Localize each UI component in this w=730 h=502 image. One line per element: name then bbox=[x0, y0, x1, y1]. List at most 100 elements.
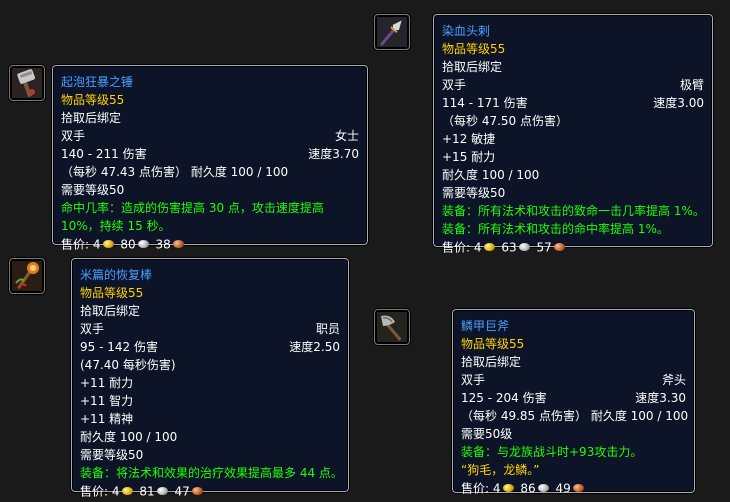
item-stat: +11 耐力 bbox=[80, 376, 134, 390]
item-dps: （每秒 49.85 点伤害） bbox=[461, 409, 587, 423]
silver-coin-icon bbox=[537, 483, 549, 492]
gold-amount: 4 bbox=[111, 484, 120, 499]
copper-coin-icon bbox=[572, 483, 584, 492]
item-durability: 耐久度 100 / 100 bbox=[190, 165, 289, 179]
gold-amount: 4 bbox=[92, 237, 101, 252]
item-effect: 装备：所有法术和攻击的命中率提高 1%。 bbox=[442, 222, 669, 236]
silver-coin-icon bbox=[137, 239, 149, 248]
damage-row: 95 - 142 伤害 速度2.50 bbox=[80, 338, 340, 356]
item-dps: （每秒 47.50 点伤害） bbox=[442, 114, 568, 128]
required-level: 需要等级50 bbox=[61, 183, 125, 197]
axe-icon[interactable] bbox=[374, 309, 410, 345]
gold-coin-icon bbox=[502, 483, 514, 492]
item-slot: 双手 bbox=[80, 322, 105, 336]
item-name: 米篇的恢复棒 bbox=[80, 268, 153, 282]
item-slot: 双手 bbox=[461, 373, 486, 387]
item-dps: (47.40 每秒伤害) bbox=[80, 358, 176, 372]
sell-price: 售价: 4 86 49 bbox=[461, 479, 686, 497]
item-effect: 装备：与龙族战斗时+93攻击力。 bbox=[461, 445, 643, 459]
copper-coin-icon bbox=[191, 486, 203, 495]
copper-coin-icon bbox=[172, 239, 184, 248]
required-level: 需要等级50 bbox=[442, 186, 506, 200]
damage-row: 125 - 204 伤害 速度3.30 bbox=[461, 389, 686, 407]
item-stat: +15 耐力 bbox=[442, 150, 496, 164]
item-durability: 耐久度 100 / 100 bbox=[590, 409, 689, 423]
slot-row: 双手 职员 bbox=[80, 320, 340, 338]
staff-icon[interactable] bbox=[9, 258, 45, 294]
item-speed: 速度3.30 bbox=[635, 391, 686, 405]
gold-amount: 4 bbox=[492, 481, 501, 496]
sell-label: 售价: bbox=[61, 237, 90, 252]
copper-amount: 57 bbox=[536, 240, 552, 255]
item-durability: 耐久度 100 / 100 bbox=[442, 168, 540, 182]
item-speed: 速度3.00 bbox=[653, 96, 704, 110]
item-stat: +11 精神 bbox=[80, 412, 134, 426]
sell-price: 售价: 4 80 38 bbox=[61, 235, 359, 253]
silver-amount: 81 bbox=[139, 484, 155, 499]
slot-row: 双手 女士 bbox=[61, 127, 359, 145]
item-slot: 双手 bbox=[61, 129, 86, 143]
copper-amount: 49 bbox=[555, 481, 571, 496]
sell-label: 售价: bbox=[461, 481, 490, 496]
dps-row: （每秒 49.85 点伤害） 耐久度 100 / 100 bbox=[461, 407, 689, 425]
silver-amount: 63 bbox=[501, 240, 517, 255]
item-durability: 耐久度 100 / 100 bbox=[80, 430, 178, 444]
item-stat: +12 敏捷 bbox=[442, 132, 496, 146]
item-effect: 命中几率：造成的伤害提高 30 点，攻击速度提高 10%，持续 15 秒。 bbox=[61, 201, 324, 233]
item-level: 物品等级55 bbox=[461, 337, 525, 351]
slot-row: 双手 斧头 bbox=[461, 371, 686, 389]
item-name: 起泡狂暴之锤 bbox=[61, 75, 134, 89]
item-type: 女士 bbox=[334, 129, 359, 143]
silver-amount: 80 bbox=[120, 237, 136, 252]
damage-row: 114 - 171 伤害 速度3.00 bbox=[442, 94, 704, 112]
copper-amount: 38 bbox=[155, 237, 171, 252]
item-speed: 速度3.70 bbox=[308, 147, 359, 161]
item-name: 染血头剌 bbox=[442, 24, 491, 38]
mace-icon[interactable] bbox=[9, 65, 45, 101]
damage-row: 140 - 211 伤害 速度3.70 bbox=[61, 145, 359, 163]
item-type: 极臂 bbox=[679, 78, 704, 92]
item-damage: 125 - 204 伤害 bbox=[461, 391, 547, 405]
item-dps: （每秒 47.43 点伤害） bbox=[61, 165, 187, 179]
item-tooltip-2: 染血头剌 物品等级55 拾取后绑定 双手 极臂 114 - 171 伤害 速度3… bbox=[433, 14, 713, 255]
item-effect: 装备：将法术和效果的治疗效果提高最多 44 点。 bbox=[80, 466, 343, 480]
item-type: 职员 bbox=[315, 322, 340, 336]
silver-amount: 86 bbox=[520, 481, 536, 496]
spear-icon[interactable] bbox=[374, 14, 410, 50]
item-tooltip-1: 起泡狂暴之锤 物品等级55 拾取后绑定 双手 女士 140 - 211 伤害 速… bbox=[52, 65, 368, 252]
gold-coin-icon bbox=[121, 486, 133, 495]
item-flavor-text: “狗毛，龙鳞。” bbox=[461, 463, 540, 477]
bind-type: 拾取后绑定 bbox=[442, 60, 503, 74]
item-damage: 140 - 211 伤害 bbox=[61, 147, 147, 161]
item-tooltip-3: 米篇的恢复棒 物品等级55 拾取后绑定 双手 职员 95 - 142 伤害 速度… bbox=[71, 258, 349, 499]
gold-amount: 4 bbox=[473, 240, 482, 255]
silver-coin-icon bbox=[156, 486, 168, 495]
dps-row: （每秒 47.43 点伤害） 耐久度 100 / 100 bbox=[61, 163, 359, 181]
item-type: 斧头 bbox=[661, 373, 686, 387]
item-effect: 装备：所有法术和攻击的致命一击几率提高 1%。 bbox=[442, 204, 705, 218]
sell-label: 售价: bbox=[80, 484, 109, 499]
gold-coin-icon bbox=[483, 242, 495, 251]
item-speed: 速度2.50 bbox=[289, 340, 340, 354]
item-level: 物品等级55 bbox=[80, 286, 144, 300]
copper-amount: 47 bbox=[174, 484, 190, 499]
item-level: 物品等级55 bbox=[442, 42, 506, 56]
item-name: 鳞甲巨斧 bbox=[461, 319, 510, 333]
required-level: 需要等级50 bbox=[80, 448, 144, 462]
item-level: 物品等级55 bbox=[61, 93, 125, 107]
sell-price: 售价: 4 63 57 bbox=[442, 238, 704, 256]
bind-type: 拾取后绑定 bbox=[80, 304, 141, 318]
item-damage: 95 - 142 伤害 bbox=[80, 340, 158, 354]
item-stat: +11 智力 bbox=[80, 394, 134, 408]
silver-coin-icon bbox=[518, 242, 530, 251]
item-slot: 双手 bbox=[442, 78, 467, 92]
bind-type: 拾取后绑定 bbox=[61, 111, 122, 125]
gold-coin-icon bbox=[102, 239, 114, 248]
item-damage: 114 - 171 伤害 bbox=[442, 96, 528, 110]
sell-price: 售价: 4 81 47 bbox=[80, 482, 340, 500]
item-tooltip-4: 鳞甲巨斧 物品等级55 拾取后绑定 双手 斧头 125 - 204 伤害 速度3… bbox=[452, 309, 695, 496]
slot-row: 双手 极臂 bbox=[442, 76, 704, 94]
bind-type: 拾取后绑定 bbox=[461, 355, 522, 369]
copper-coin-icon bbox=[553, 242, 565, 251]
sell-label: 售价: bbox=[442, 240, 471, 255]
